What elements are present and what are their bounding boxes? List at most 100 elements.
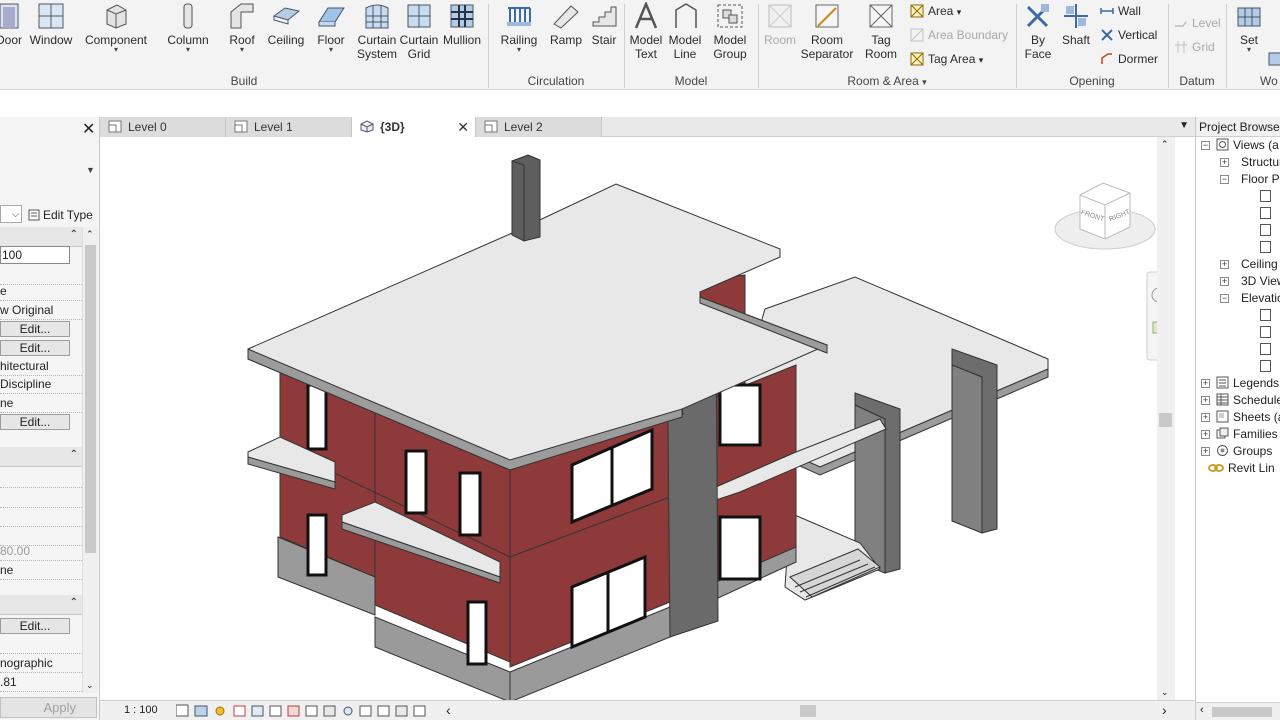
tabs-overflow-dropdown-icon[interactable]: ▼ <box>1179 120 1189 131</box>
view-icon[interactable] <box>1260 343 1271 355</box>
curtain-grid-button[interactable]: Curtain Grid <box>398 2 440 61</box>
door-button[interactable]: Door <box>0 2 24 47</box>
room-separator-button[interactable]: Room Separator <box>800 2 854 61</box>
edit-button[interactable]: Edit... <box>0 321 70 337</box>
properties-group[interactable]: ⌃ <box>0 447 82 467</box>
column-button[interactable]: Column ▾ <box>166 2 210 54</box>
by-face-button[interactable]: By Face <box>1020 2 1056 61</box>
view-filter-dropdown[interactable]: ⌵ <box>0 205 22 223</box>
floor-button[interactable]: Floor ▾ <box>312 2 350 54</box>
properties-group-graphics[interactable]: ⌃ <box>0 227 82 247</box>
railing-button[interactable]: Railing ▾ <box>498 2 540 54</box>
ceiling-button[interactable]: Ceiling <box>266 2 306 47</box>
properties-scrollbar[interactable]: ⌃ ⌄ <box>82 227 98 693</box>
browser-item-sheets[interactable]: Sheets (a <box>1216 409 1280 426</box>
edit-button[interactable]: Edit... <box>0 618 70 634</box>
scroll-left-icon[interactable]: ‹ <box>1200 704 1204 716</box>
horizontal-scrollbar-thumb[interactable] <box>800 705 816 717</box>
building-3d-model[interactable]: FRONT RIGHT <box>100 137 1175 700</box>
properties-close-icon[interactable]: ✕ <box>82 119 95 139</box>
tag-area-button[interactable]: Tag Area ▾ <box>910 50 983 68</box>
browser-item-floor-plans[interactable]: Floor Pl <box>1241 171 1280 188</box>
type-selector-dropdown-icon[interactable]: ▼ <box>86 165 95 175</box>
model-text-button[interactable]: Model Text <box>627 2 665 61</box>
model-line-button[interactable]: Model Line <box>666 2 704 61</box>
collapse-icon[interactable]: − <box>1220 294 1229 303</box>
expand-icon[interactable]: + <box>1201 396 1210 405</box>
browser-item-families[interactable]: Families <box>1216 426 1278 443</box>
tab-close-icon[interactable]: ✕ <box>457 117 469 137</box>
canvas-vertical-scrollbar[interactable]: ⌃ ⌄ <box>1157 137 1175 700</box>
browser-item-3d-views[interactable]: 3D View <box>1241 273 1280 290</box>
component-button[interactable]: Component ▾ <box>84 2 148 54</box>
browser-item-elevations[interactable]: Elevatic <box>1241 290 1280 307</box>
tab-level-1[interactable]: Level 1 <box>226 117 352 137</box>
window-button[interactable]: Window <box>28 2 74 47</box>
vertical-opening-button[interactable]: Vertical <box>1100 26 1157 44</box>
set-workplane-button[interactable]: Set ▾ <box>1232 2 1266 54</box>
area-button[interactable]: Area ▾ <box>910 2 961 20</box>
view-icon[interactable] <box>1260 207 1271 219</box>
room-button[interactable]: Room <box>762 2 798 47</box>
browser-item-views[interactable]: Views (a <box>1216 137 1279 154</box>
edit-button[interactable]: Edit... <box>0 414 70 430</box>
browser-horizontal-scrollbar[interactable]: ‹ <box>1196 702 1280 720</box>
apply-button[interactable]: Apply <box>0 697 97 718</box>
browser-item-schedules[interactable]: Schedule <box>1216 392 1280 409</box>
view-icon[interactable] <box>1260 360 1271 372</box>
scroll-left-icon[interactable]: ‹ <box>446 702 451 718</box>
view-icon[interactable] <box>1260 309 1271 321</box>
stair-button[interactable]: Stair <box>586 2 622 47</box>
expand-icon[interactable]: + <box>1220 277 1229 286</box>
level-button[interactable]: Level <box>1174 14 1221 32</box>
view-scale-input[interactable]: 100 <box>0 246 70 264</box>
scroll-up-icon[interactable]: ⌃ <box>1161 139 1169 150</box>
tag-room-button[interactable]: Tag Room <box>862 2 900 61</box>
expand-icon[interactable]: + <box>1220 158 1229 167</box>
collapse-icon[interactable]: − <box>1220 175 1229 184</box>
roof-button[interactable]: Roof ▾ <box>224 2 260 54</box>
3d-view-canvas[interactable]: FRONT RIGHT ⌃ ⌄ <box>100 137 1175 700</box>
expand-icon[interactable]: + <box>1201 430 1210 439</box>
scrollbar-thumb[interactable] <box>85 245 96 553</box>
wall-opening-button[interactable]: Wall <box>1100 2 1141 20</box>
shaft-button[interactable]: Shaft <box>1058 2 1094 47</box>
ramp-button[interactable]: Ramp <box>548 2 584 47</box>
edit-type-button[interactable]: Edit Type <box>28 206 93 224</box>
browser-item-revit-links[interactable]: Revit Lin <box>1208 460 1275 477</box>
workplane-extra-button[interactable] <box>1268 50 1280 68</box>
view-icon[interactable] <box>1260 241 1271 253</box>
mullion-button[interactable]: Mullion <box>440 2 484 47</box>
expand-icon[interactable]: + <box>1220 260 1229 269</box>
scroll-up-icon[interactable]: ⌃ <box>86 229 94 240</box>
property-row: e <box>0 282 82 301</box>
area-boundary-button[interactable]: Area Boundary <box>910 26 1008 44</box>
view-scale-label[interactable]: 1 : 100 <box>124 704 158 716</box>
view-icon[interactable] <box>1260 326 1271 338</box>
curtain-system-button[interactable]: Curtain System <box>356 2 398 61</box>
browser-item-legends[interactable]: Legends <box>1216 375 1279 392</box>
tab-level-2[interactable]: Level 2 <box>476 117 602 137</box>
scroll-right-icon[interactable]: › <box>1162 702 1167 718</box>
view-icon[interactable] <box>1260 190 1271 202</box>
collapse-icon[interactable]: − <box>1201 141 1210 150</box>
view-icon[interactable] <box>1260 224 1271 236</box>
tab-level-0[interactable]: Level 0 <box>100 117 226 137</box>
model-group-button[interactable]: Model Group <box>710 2 750 61</box>
edit-button[interactable]: Edit... <box>0 340 70 356</box>
properties-group[interactable]: ⌃ <box>0 595 82 615</box>
tab-3d[interactable]: {3D} ✕ <box>352 117 476 137</box>
expand-icon[interactable]: + <box>1201 379 1210 388</box>
expand-icon[interactable]: + <box>1201 413 1210 422</box>
browser-item-ceiling[interactable]: Ceiling <box>1241 256 1278 273</box>
scroll-down-icon[interactable]: ⌄ <box>1161 687 1169 698</box>
scroll-down-icon[interactable]: ⌄ <box>86 680 94 691</box>
viewcube[interactable]: FRONT RIGHT <box>1054 182 1156 250</box>
grid-button[interactable]: Grid <box>1174 38 1215 56</box>
browser-item-groups[interactable]: Groups <box>1216 443 1272 460</box>
browser-item-structural[interactable]: Structur <box>1241 154 1280 171</box>
scrollbar-thumb[interactable] <box>1159 413 1172 427</box>
expand-icon[interactable]: + <box>1201 447 1210 456</box>
scrollbar-thumb[interactable] <box>1212 707 1272 717</box>
dormer-opening-button[interactable]: Dormer <box>1100 50 1158 68</box>
